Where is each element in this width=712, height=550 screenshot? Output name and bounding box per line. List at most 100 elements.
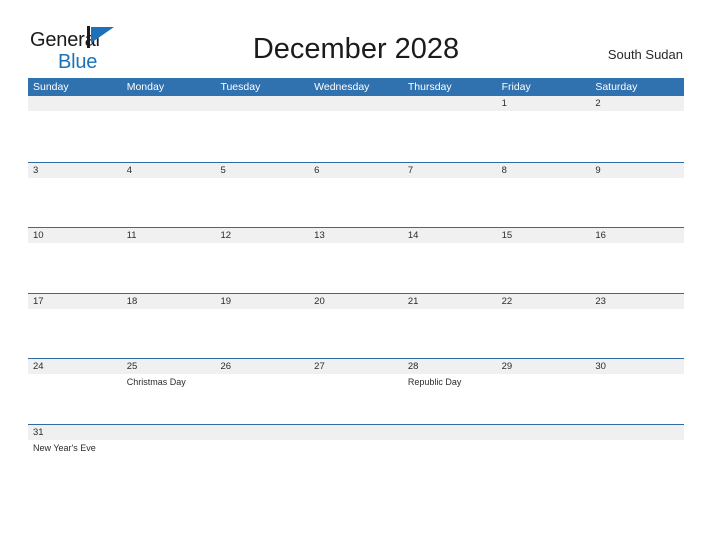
calendar-day-cell[interactable]: 8	[496, 162, 591, 228]
day-number: 25	[121, 359, 216, 374]
calendar-day-cell[interactable]: 22	[496, 293, 591, 359]
calendar-page: General Blue December 2028 South Sudan S…	[0, 0, 712, 550]
calendar-day-cell[interactable]: 24	[28, 359, 122, 424]
calendar-day-cell[interactable]: 21	[402, 293, 497, 359]
weekday-header-saturday: Saturday	[595, 81, 638, 93]
calendar-day-cell-empty	[121, 96, 216, 162]
calendar-day-cell[interactable]: 9	[590, 162, 685, 228]
day-number: 10	[28, 228, 122, 243]
calendar-day-cell[interactable]: 10	[28, 228, 122, 293]
day-number: 11	[121, 228, 216, 243]
calendar-day-cell[interactable]: 20	[309, 293, 403, 359]
day-number	[496, 424, 591, 440]
weekday-header-thursday: Thursday	[407, 81, 452, 93]
day-number: 5	[215, 162, 310, 178]
calendar-day-cell[interactable]: 7	[402, 162, 497, 228]
calendar-day-cell[interactable]: 27	[309, 359, 403, 424]
calendar-week-row: 10 11 12 13 14 15 16	[28, 227, 685, 293]
day-number: 16	[590, 228, 685, 243]
calendar-week-cells: 3456789	[28, 162, 685, 228]
holiday-event-label: Christmas Day	[126, 377, 186, 387]
calendar-day-cell[interactable]: 26	[215, 359, 310, 424]
page-title: December 2028	[252, 33, 460, 65]
calendar-week-cells: 17 18 19 20 21 22 23	[28, 293, 685, 359]
calendar-day-cell[interactable]: 29	[496, 359, 591, 424]
calendar-day-cell-empty	[28, 96, 122, 162]
calendar-day-cell[interactable]: 23	[590, 293, 685, 359]
weekday-header-friday: Friday	[501, 81, 531, 93]
day-number: 31	[28, 424, 122, 440]
calendar-week-cells: 12	[28, 96, 685, 162]
calendar-day-cell[interactable]: 1	[496, 96, 591, 162]
day-number: 19	[215, 293, 310, 309]
day-number: 21	[402, 293, 497, 309]
weekday-header-monday: Monday	[126, 81, 165, 93]
calendar-day-cell[interactable]: 14	[402, 228, 497, 293]
holiday-event-label: New Year's Eve	[33, 442, 96, 453]
calendar-day-cell[interactable]: 2	[590, 96, 685, 162]
day-number	[309, 96, 403, 111]
calendar-day-cell[interactable]: 15	[496, 228, 591, 293]
weekday-header-tuesday: Tuesday	[220, 81, 261, 93]
day-number: 27	[309, 359, 403, 374]
day-number: 30	[590, 359, 685, 374]
day-number	[402, 96, 497, 111]
day-number: 6	[309, 162, 403, 178]
calendar-day-cell[interactable]: 12	[215, 228, 310, 293]
day-number	[28, 96, 122, 111]
day-number	[215, 424, 310, 440]
calendar-day-cell[interactable]: 25 Christmas Day	[121, 359, 216, 424]
day-number	[121, 424, 216, 440]
calendar-day-cell-empty	[590, 424, 685, 490]
holiday-event-label: Republic Day	[407, 377, 462, 387]
day-number	[402, 424, 497, 440]
day-number: 1	[496, 96, 591, 111]
calendar-weeks: 1 2 3 4 5 6 7 8 9 10 11 12 13 14 15 16 17 18 19 20 21 22 23 24 2…	[28, 96, 685, 490]
day-events: Republic Day	[403, 374, 497, 388]
day-number: 3	[28, 162, 122, 178]
calendar-day-cell[interactable]: 11	[121, 228, 216, 293]
calendar-week-cells: 24 25 Christmas Day 26 27 28 Republic Day 29 30	[28, 359, 685, 424]
calendar-day-cell[interactable]: 30	[590, 359, 685, 424]
calendar-day-cell-empty	[309, 96, 403, 162]
day-number: 26	[215, 359, 310, 374]
day-number: 24	[28, 359, 122, 374]
day-number: 22	[496, 293, 591, 309]
calendar-day-cell[interactable]: 6	[309, 162, 403, 228]
calendar-day-cell[interactable]: 17	[28, 293, 122, 359]
day-number	[309, 424, 403, 440]
weekday-header-wednesday: Wednesday	[314, 81, 370, 93]
day-number: 8	[496, 162, 591, 178]
day-number: 13	[309, 228, 403, 243]
calendar-day-cell[interactable]: 4	[121, 162, 216, 228]
day-number	[121, 96, 216, 111]
calendar-week-row: 31 New Year's Eve	[28, 423, 685, 490]
calendar-day-cell-empty	[121, 424, 216, 490]
calendar-day-cell-empty	[215, 424, 310, 490]
day-number: 9	[590, 162, 685, 178]
calendar-week-row: 17 18 19 20 21 22 23	[28, 292, 685, 359]
day-number: 17	[28, 293, 122, 309]
weekday-header-sunday: Sunday	[33, 81, 69, 93]
calendar-day-cell[interactable]: 19	[215, 293, 310, 359]
day-number: 15	[496, 228, 591, 243]
calendar-day-cell[interactable]: 31 New Year's Eve	[28, 424, 122, 490]
calendar-day-cell-empty	[215, 96, 310, 162]
page-header: General Blue December 2028 South Sudan	[0, 0, 712, 78]
calendar-day-cell-empty	[309, 424, 403, 490]
calendar-week-row: 12	[28, 96, 685, 162]
calendar-day-cell[interactable]: 16	[590, 228, 685, 293]
calendar-day-cell[interactable]: 13	[309, 228, 403, 293]
day-number: 29	[496, 359, 591, 374]
day-events: Christmas Day	[122, 374, 216, 388]
calendar-week-row: 3456789	[28, 161, 685, 228]
calendar-day-cell[interactable]: 28 Republic Day	[402, 359, 497, 424]
calendar-day-cell[interactable]: 18	[121, 293, 216, 359]
day-number	[590, 424, 685, 440]
day-number: 7	[402, 162, 497, 178]
calendar-week-cells: 10 11 12 13 14 15 16	[28, 228, 685, 293]
day-events: New Year's Eve	[28, 440, 122, 454]
calendar-day-cell[interactable]: 3	[28, 162, 122, 228]
day-number: 20	[309, 293, 403, 309]
calendar-day-cell[interactable]: 5	[215, 162, 310, 228]
